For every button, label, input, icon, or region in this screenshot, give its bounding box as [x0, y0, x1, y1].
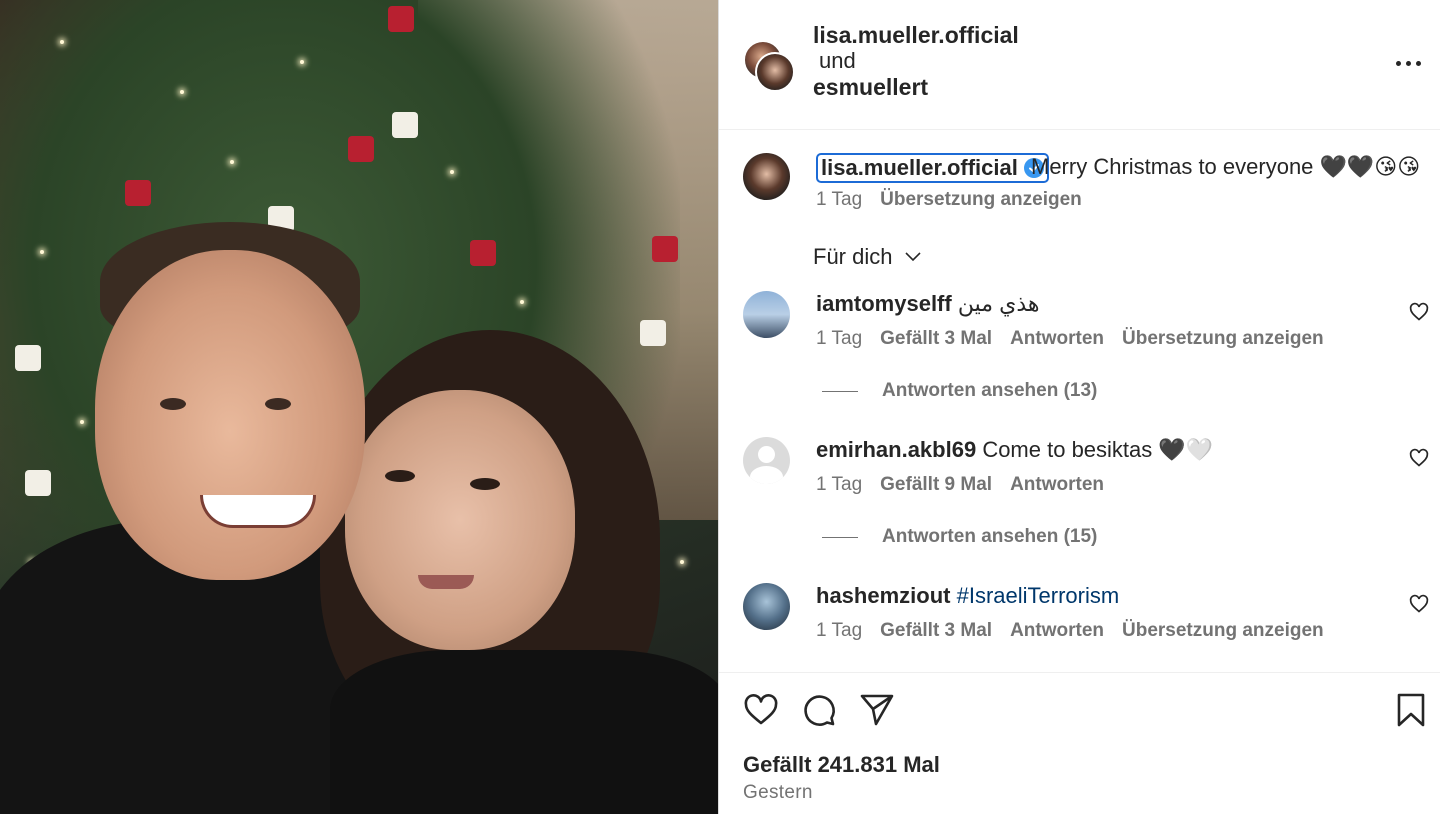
- view-replies-button[interactable]: Antworten ansehen (13): [822, 380, 1097, 402]
- man-face: [95, 250, 365, 580]
- comment-meta: 1 Tag Gefällt 9 Mal Antworten: [816, 474, 1104, 496]
- caption-meta: 1 Tag Übersetzung anzeigen: [816, 189, 1082, 211]
- hashtag-link[interactable]: #IsraeliTerrorism: [957, 583, 1120, 608]
- translate-link[interactable]: Übersetzung anzeigen: [880, 189, 1082, 211]
- ornament: [470, 240, 496, 266]
- view-replies-button[interactable]: Antworten ansehen (15): [822, 526, 1097, 548]
- instagram-post-view: lisa.mueller.official und esmuellert lis…: [0, 0, 1440, 814]
- woman-eye: [470, 478, 500, 490]
- author-username[interactable]: lisa.mueller.official: [813, 22, 1019, 49]
- comment-meta: 1 Tag Gefällt 3 Mal Antworten Übersetzun…: [816, 328, 1324, 350]
- ornament: [388, 6, 414, 32]
- collaborator-username[interactable]: esmuellert: [813, 74, 928, 101]
- tree-light: [300, 60, 304, 64]
- post-actions: [743, 692, 895, 728]
- post-side-panel: lisa.mueller.official und esmuellert lis…: [718, 0, 1440, 814]
- comment-age: 1 Tag: [816, 328, 863, 349]
- comment-text: Come to besiktas 🖤🤍: [982, 437, 1214, 462]
- post-photo: [0, 0, 718, 814]
- ornament: [125, 180, 151, 206]
- tree-light: [180, 90, 184, 94]
- comment-like-icon[interactable]: [1409, 302, 1429, 322]
- ornament: [640, 320, 666, 346]
- comment-line: hashemziout #IsraeliTerrorism: [816, 583, 1119, 609]
- comment-username[interactable]: iamtomyselff: [816, 291, 952, 316]
- comment-meta: 1 Tag Gefällt 3 Mal Antworten Übersetzun…: [816, 620, 1324, 642]
- tree-light: [60, 40, 64, 44]
- caption-avatar[interactable]: [743, 153, 790, 200]
- replies-rule: [822, 390, 858, 392]
- chevron-down-icon: [905, 252, 922, 262]
- comment-icon[interactable]: [801, 692, 837, 728]
- replies-rule: [822, 536, 858, 538]
- comment-like-icon[interactable]: [1409, 448, 1429, 468]
- more-options-icon[interactable]: [1391, 48, 1425, 78]
- reply-button[interactable]: Antworten: [1010, 620, 1104, 642]
- comment-username[interactable]: hashemziout: [816, 583, 950, 608]
- woman-face: [345, 390, 575, 650]
- tree-light: [520, 300, 524, 304]
- caption-username[interactable]: lisa.mueller.official: [821, 155, 1018, 181]
- commenter-avatar[interactable]: [743, 583, 790, 630]
- comment-username[interactable]: emirhan.akbl69: [816, 437, 976, 462]
- comment-age: 1 Tag: [816, 620, 863, 641]
- comment-likes[interactable]: Gefällt 3 Mal: [880, 328, 992, 350]
- ornament: [15, 345, 41, 371]
- comment-text: هذي مين: [957, 291, 1040, 316]
- post-date: Gestern: [743, 782, 813, 803]
- view-replies-label: Antworten ansehen (15): [882, 526, 1098, 547]
- heart-icon[interactable]: [743, 692, 779, 728]
- caption-username-highlighted[interactable]: lisa.mueller.official: [816, 153, 1049, 183]
- comment-like-icon[interactable]: [1409, 594, 1429, 614]
- man-smile: [200, 495, 316, 528]
- comment-age: 1 Tag: [816, 474, 863, 495]
- collab-avatars[interactable]: [743, 40, 795, 92]
- view-replies-label: Antworten ansehen (13): [882, 380, 1098, 401]
- ornament: [348, 136, 374, 162]
- comment-line: iamtomyselff هذي مين: [816, 291, 1040, 317]
- comment-sort-dropdown[interactable]: Für dich: [813, 244, 922, 270]
- reply-button[interactable]: Antworten: [1010, 328, 1104, 350]
- comment-likes[interactable]: Gefällt 3 Mal: [880, 620, 992, 642]
- actions-divider: [719, 672, 1440, 673]
- comment-likes[interactable]: Gefällt 9 Mal: [880, 474, 992, 496]
- conjunction-label: und: [819, 48, 856, 73]
- woman-dress: [330, 650, 718, 814]
- translate-link[interactable]: Übersetzung anzeigen: [1122, 620, 1324, 642]
- avatar: [755, 52, 795, 92]
- ornament: [652, 236, 678, 262]
- post-header: lisa.mueller.official und esmuellert: [719, 0, 1440, 130]
- sort-label: Für dich: [813, 244, 893, 269]
- comment-line: emirhan.akbl69 Come to besiktas 🖤🤍: [816, 437, 1213, 463]
- reply-button[interactable]: Antworten: [1010, 474, 1104, 496]
- send-icon[interactable]: [859, 692, 895, 728]
- man-eye: [160, 398, 186, 410]
- man-eye: [265, 398, 291, 410]
- tree-light: [40, 250, 44, 254]
- translate-link[interactable]: Übersetzung anzeigen: [1122, 328, 1324, 350]
- tree-light: [680, 560, 684, 564]
- commenter-avatar[interactable]: [743, 437, 790, 484]
- ornament: [392, 112, 418, 138]
- like-count[interactable]: Gefällt 241.831 Mal: [743, 752, 940, 778]
- tree-light: [450, 170, 454, 174]
- ornament: [25, 470, 51, 496]
- caption-text: Merry Christmas to everyone 🖤🖤😘😘: [1031, 154, 1421, 179]
- caption-age: 1 Tag: [816, 189, 863, 210]
- woman-lips: [418, 575, 474, 589]
- bookmark-icon[interactable]: [1395, 692, 1427, 728]
- commenter-avatar[interactable]: [743, 291, 790, 338]
- tree-light: [230, 160, 234, 164]
- woman-eye: [385, 470, 415, 482]
- tree-light: [80, 420, 84, 424]
